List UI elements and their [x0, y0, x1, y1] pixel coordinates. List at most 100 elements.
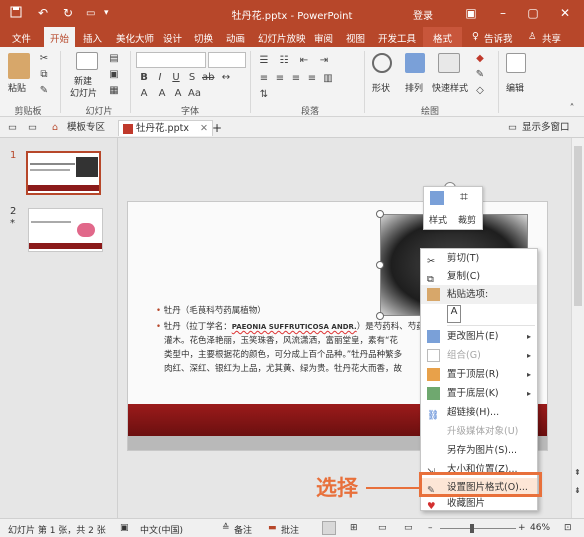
shadow-icon[interactable]: S [186, 72, 198, 84]
tell-me-icon[interactable]: ♀ [472, 31, 479, 42]
share-button[interactable]: 共享 [542, 31, 561, 45]
resize-handle[interactable] [376, 312, 384, 320]
new-slide-label-2[interactable]: 幻灯片 [70, 86, 97, 99]
menu-item-send-to-back[interactable]: 置于底层(K) ▸ [421, 384, 537, 403]
maximize-button[interactable]: ▢ [524, 4, 542, 22]
menu-item-copy[interactable]: ⧉ 复制(C) [421, 267, 537, 286]
normal-view-icon[interactable] [322, 521, 336, 535]
new-slide-icon[interactable] [76, 52, 98, 70]
menu-item-hyperlink[interactable]: ⛓ 超链接(H)... [421, 403, 537, 422]
crop-icon[interactable]: ⌗ [460, 189, 468, 205]
style-button-label[interactable]: 样式 [429, 213, 447, 226]
menu-item-cut[interactable]: ✂ 剪切(T) [421, 249, 537, 268]
font-name-combo[interactable] [136, 52, 206, 68]
section-icon[interactable]: ▦ [108, 85, 120, 97]
scrollbar-thumb[interactable] [574, 146, 582, 306]
templates-tab-icon[interactable]: ⌂ [52, 120, 58, 136]
scroll-down-icon[interactable]: ⇟ [574, 486, 581, 495]
decrease-indent-icon[interactable]: ⇤ [298, 55, 310, 67]
bold-icon[interactable]: B [138, 72, 150, 84]
tab-animations[interactable]: 动画 [226, 31, 245, 45]
slide-sorter-icon[interactable]: ⊞ [350, 523, 358, 533]
notes-icon[interactable]: ≙ [222, 523, 230, 533]
underline-icon[interactable]: U [170, 72, 182, 84]
increase-font-icon[interactable]: A [156, 88, 168, 100]
comments-icon[interactable]: ▬ [268, 523, 277, 533]
paste-icon[interactable] [8, 53, 30, 79]
clear-format-icon[interactable]: A [172, 88, 184, 100]
vertical-scrollbar[interactable]: ⇞ ⇟ [571, 138, 584, 518]
crop-button-label[interactable]: 裁剪 [458, 213, 476, 226]
slide-thumbnail-2[interactable] [28, 208, 103, 252]
format-painter-icon[interactable]: ✎ [38, 85, 50, 97]
edit-button-label[interactable]: 编辑 [506, 81, 524, 94]
tab-transitions[interactable]: 切换 [194, 31, 213, 45]
notes-button[interactable]: 备注 [234, 523, 252, 536]
tab-developer[interactable]: 开发工具 [378, 31, 416, 45]
quick-styles-button-label[interactable]: 快速样式 [432, 81, 468, 94]
char-spacing-icon[interactable]: ↔ [220, 72, 232, 84]
columns-icon[interactable]: ▥ [322, 73, 334, 85]
zoom-slider[interactable] [440, 528, 516, 529]
find-icon[interactable] [506, 53, 526, 73]
language-indicator[interactable]: 中文(中国) [140, 523, 183, 536]
shape-outline-icon[interactable]: ✎ [474, 69, 486, 81]
cut-icon[interactable]: ✂ [38, 53, 50, 65]
numbering-icon[interactable]: ☷ [278, 55, 290, 67]
multi-window-icon[interactable]: ▭ [508, 120, 517, 136]
tab-review[interactable]: 审阅 [314, 31, 333, 45]
login-link[interactable]: 登录 [413, 7, 433, 22]
folder-icon[interactable]: ▭ [28, 120, 37, 136]
font-color-icon[interactable]: A [138, 88, 150, 100]
quick-styles-icon[interactable] [438, 53, 460, 73]
templates-tab[interactable]: 模板专区 [67, 120, 105, 136]
collapse-ribbon-icon[interactable]: ˄ [566, 103, 578, 115]
menu-item-bring-to-front[interactable]: 置于顶层(R) ▸ [421, 365, 537, 384]
tab-slideshow[interactable]: 幻灯片放映 [258, 31, 306, 45]
font-size-combo[interactable] [208, 52, 246, 68]
shapes-button-label[interactable]: 形状 [372, 81, 390, 94]
tab-file[interactable]: 文件 [12, 31, 31, 45]
slide-thumbnail-1[interactable] [26, 151, 101, 195]
minimize-button[interactable]: – [494, 4, 512, 22]
scroll-up-icon[interactable]: ⇞ [574, 468, 581, 477]
layout-icon[interactable]: ▤ [108, 53, 120, 65]
resize-handle[interactable] [376, 261, 384, 269]
zoom-slider-thumb[interactable] [470, 524, 474, 533]
slideshow-view-icon[interactable]: ▭ [404, 523, 413, 533]
file-tab[interactable]: 牡丹花.pptx ✕ [118, 120, 213, 136]
increase-indent-icon[interactable]: ⇥ [318, 55, 330, 67]
tab-format[interactable]: 格式 [423, 27, 463, 47]
menu-item-change-picture[interactable]: 更改图片(E) ▸ [421, 327, 537, 346]
strikethrough-icon[interactable]: ab [202, 72, 214, 84]
slide-bullet-2[interactable]: • 牡丹（拉丁学名：PAEONIA SUFFRUTICOSA ANDR.）是芍药… [156, 320, 433, 332]
tab-home[interactable]: 开始 [44, 27, 76, 47]
tab-view[interactable]: 视图 [346, 31, 365, 45]
share-icon[interactable]: ♙ [528, 31, 537, 42]
tab-beautify[interactable]: 美化大师 [116, 31, 154, 45]
bullets-icon[interactable]: ☰ [258, 55, 270, 67]
align-center-icon[interactable]: ≡ [274, 73, 286, 85]
resize-handle[interactable] [376, 210, 384, 218]
tell-me-box[interactable]: 告诉我 [484, 31, 513, 45]
change-case-icon[interactable]: Aa [188, 88, 201, 100]
paste-button-label[interactable]: 粘贴 [8, 81, 26, 94]
tab-design[interactable]: 设计 [163, 31, 182, 45]
arrange-icon[interactable] [405, 53, 425, 73]
close-tab-icon[interactable]: ✕ [200, 123, 208, 134]
arrange-button-label[interactable]: 排列 [405, 81, 423, 94]
align-left-icon[interactable]: ≡ [258, 73, 270, 85]
spellcheck-icon[interactable]: ▣ [120, 523, 129, 533]
italic-icon[interactable]: I [154, 72, 166, 84]
zoom-out-icon[interactable]: – [428, 523, 433, 533]
align-right-icon[interactable]: ≡ [290, 73, 302, 85]
home-doc-icon[interactable]: ▭ [8, 120, 17, 136]
new-tab-button[interactable]: + [212, 120, 222, 136]
fit-to-window-icon[interactable]: ⊡ [564, 523, 572, 533]
slide-bullet-1[interactable]: • 牡丹（毛茛科芍药属植物） [156, 304, 266, 316]
copy-icon[interactable]: ⧉ [38, 69, 50, 81]
reset-icon[interactable]: ▣ [108, 69, 120, 81]
text-direction-icon[interactable]: ⇅ [258, 89, 270, 101]
zoom-level[interactable]: 46% [530, 523, 550, 533]
comments-button[interactable]: 批注 [281, 523, 299, 536]
